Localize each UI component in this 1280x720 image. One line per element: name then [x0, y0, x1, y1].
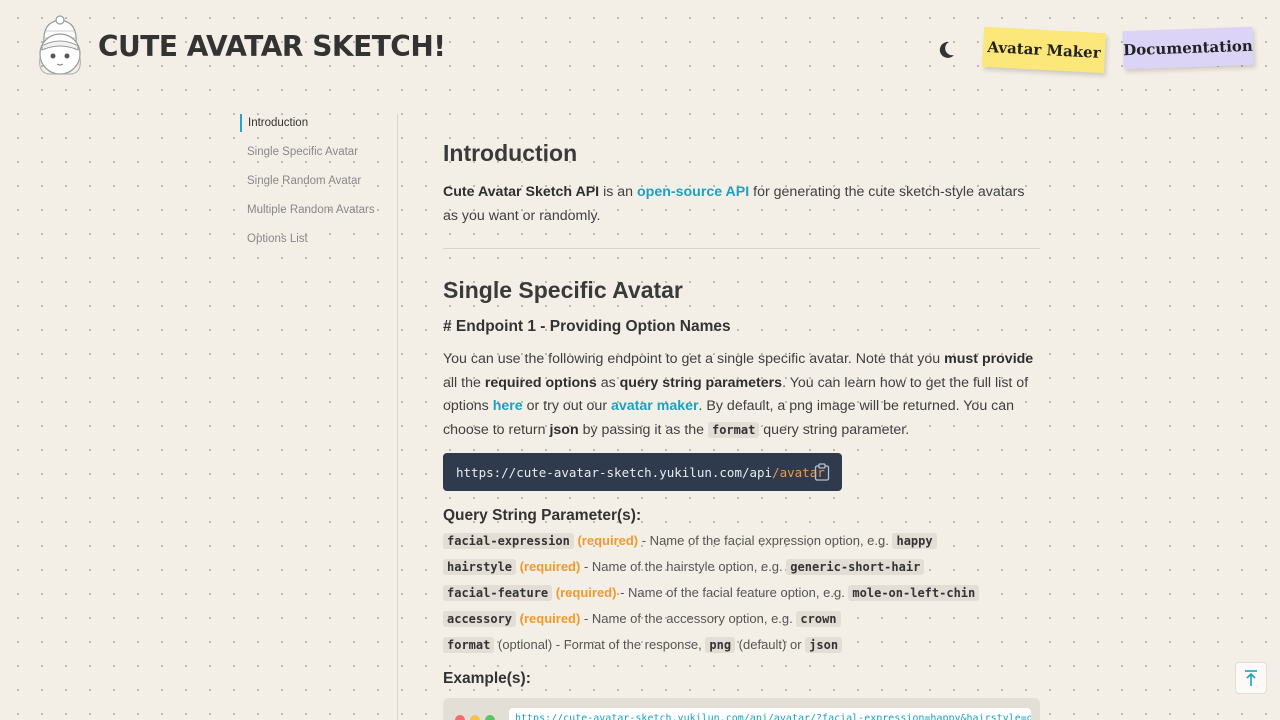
nav-avatar-maker[interactable]: Avatar Maker	[982, 26, 1106, 74]
moon-icon[interactable]	[934, 38, 958, 62]
sidebar-item-introduction[interactable]: Introduction	[240, 114, 397, 132]
desc-bold: required options	[484, 374, 597, 391]
param-desc: - Name of the hairstyle option, e.g.	[580, 559, 787, 574]
param-example: json	[805, 637, 843, 653]
header: CUTE AVATAR SKETCH! Avatar Maker Documen…	[0, 0, 1280, 96]
param-row: facial-feature (required) - Name of the …	[443, 580, 1040, 606]
desc-bold: query string parameters	[619, 374, 783, 391]
site-title[interactable]: CUTE AVATAR SKETCH!	[98, 30, 446, 64]
sidebar-item-single-random-avatar[interactable]: Single Random Avatar	[240, 172, 397, 201]
example-url[interactable]: https://cute-avatar-sketch.yukilun.com/a…	[509, 708, 1031, 720]
param-desc: - Name of the facial feature option, e.g…	[616, 585, 849, 600]
avatar-maker-link[interactable]: avatar maker	[611, 398, 699, 414]
param-example: generic-short-hair	[786, 559, 925, 575]
endpoint-code-block: https://cute-avatar-sketch.yukilun.com/a…	[443, 453, 842, 491]
sidebar-item-single-specific-avatar[interactable]: Single Specific Avatar	[240, 143, 397, 172]
desc-bold: must provide	[944, 351, 1034, 367]
api-name: Cute Avatar Sketch API	[443, 184, 600, 200]
options-here-link[interactable]: here	[493, 398, 523, 414]
param-name: facial-feature	[443, 585, 553, 601]
param-name: accessory	[443, 611, 517, 627]
param-required-flag: (required)	[519, 611, 581, 626]
desc-text: or try out our	[522, 398, 611, 414]
window-maximize-dot-icon	[485, 715, 495, 720]
sidebar-toc: Introduction Single Specific Avatar Sing…	[240, 114, 398, 720]
param-optional-flag: (optional)	[497, 637, 553, 652]
inline-code-format: format	[707, 421, 760, 438]
intro-text-1: is an	[599, 184, 637, 200]
param-name: format	[443, 637, 495, 653]
sidebar-item-multiple-random-avatars[interactable]: Multiple Random Avatars	[240, 201, 397, 230]
param-row: accessory (required) - Name of the acces…	[443, 606, 1040, 632]
intro-paragraph: Cute Avatar Sketch API is an open-source…	[443, 181, 1040, 228]
desc-text: query string parameter.	[759, 421, 910, 438]
window-minimize-dot-icon	[470, 715, 480, 720]
param-row-format: format (optional) - Format of the respon…	[443, 632, 1040, 658]
param-name: facial-expression	[443, 533, 574, 549]
param-row: hairstyle (required) - Name of the hairs…	[443, 554, 1040, 580]
main-content: Introduction Cute Avatar Sketch API is a…	[443, 140, 1040, 688]
endpoint-base-url: https://cute-avatar-sketch.yukilun.com/a…	[456, 464, 773, 480]
single-specific-heading: Single Specific Avatar	[443, 277, 683, 303]
param-example: mole-on-left-chin	[848, 585, 980, 601]
single-description: You can use the following endpoint to ge…	[443, 348, 1040, 442]
param-example: png	[705, 637, 736, 653]
query-params-heading: Query String Parameter(s):	[443, 507, 642, 524]
sidebar-item-options-list[interactable]: Options List	[240, 230, 397, 259]
clipboard-icon[interactable]	[814, 463, 830, 481]
desc-text: all the	[443, 374, 485, 391]
desc-text: You can use the following endpoint to ge…	[443, 351, 945, 367]
param-required-flag: (required)	[577, 533, 639, 548]
param-desc: - Name of the facial expression option, …	[638, 533, 893, 548]
param-example: happy	[892, 533, 937, 549]
param-desc: (default) or	[735, 637, 806, 652]
param-required-flag: (required)	[555, 585, 617, 600]
nav-documentation[interactable]: Documentation	[1122, 26, 1254, 70]
desc-bold: json	[549, 421, 579, 438]
section-divider	[443, 248, 1040, 249]
param-required-flag: (required)	[519, 559, 581, 574]
desc-text: as	[596, 374, 620, 391]
param-name: hairstyle	[443, 559, 517, 575]
example-browser-frame: https://cute-avatar-sketch.yukilun.com/a…	[443, 698, 1040, 720]
open-source-link[interactable]: open-source API	[637, 184, 749, 200]
endpoint-1-heading: # Endpoint 1 - Providing Option Names	[443, 318, 731, 335]
param-desc: - Name of the accessory option, e.g.	[580, 611, 797, 626]
examples-heading: Example(s):	[443, 670, 531, 687]
param-desc: - Format of the response,	[552, 637, 706, 652]
window-close-dot-icon	[455, 715, 465, 720]
desc-text: by passing it as the	[578, 421, 708, 438]
back-to-top-icon	[1245, 670, 1257, 686]
param-row: facial-expression (required) - Name of t…	[443, 528, 1040, 554]
intro-heading: Introduction	[443, 140, 578, 166]
param-example: crown	[796, 611, 841, 627]
back-to-top-button[interactable]	[1235, 662, 1267, 694]
avatar-logo-icon[interactable]	[34, 14, 86, 78]
